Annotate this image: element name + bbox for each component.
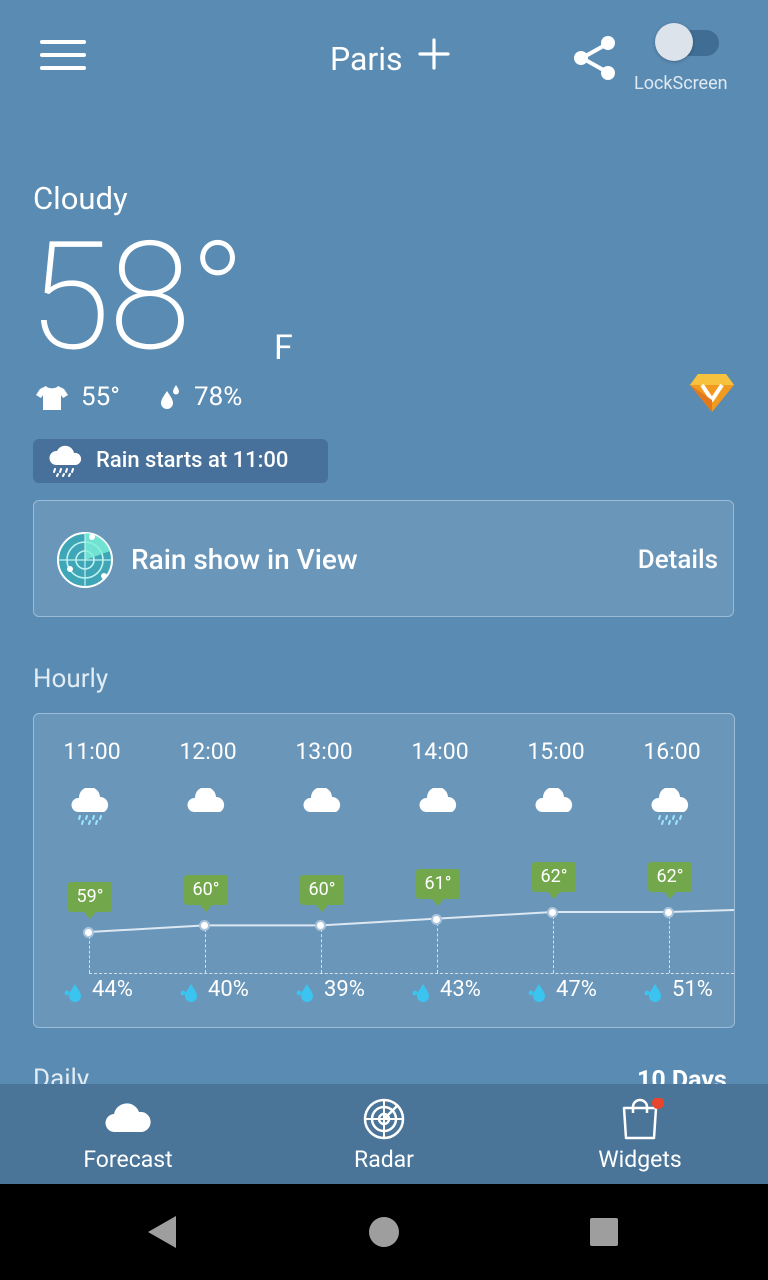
cloud-icon bbox=[418, 786, 462, 826]
nav-forecast[interactable]: Forecast bbox=[0, 1084, 256, 1184]
radar-scope-icon bbox=[57, 532, 113, 588]
hour-precipitation: 39% bbox=[324, 977, 365, 1002]
temperature-point bbox=[547, 907, 558, 918]
vip-gem-icon[interactable] bbox=[688, 370, 736, 416]
hour-temperature-tag: 62° bbox=[532, 862, 576, 899]
humidity-drops-icon bbox=[161, 385, 179, 409]
recents-button[interactable] bbox=[589, 1217, 619, 1247]
hour-guide-line bbox=[321, 929, 322, 973]
nav-widgets-label: Widgets bbox=[598, 1146, 682, 1173]
hourly-item: 14:00 61° 43% bbox=[382, 714, 498, 1027]
cloud-icon bbox=[534, 786, 578, 826]
lockscreen-toggle[interactable] bbox=[655, 23, 721, 61]
nav-radar[interactable]: Radar bbox=[256, 1084, 512, 1184]
radar-icon bbox=[363, 1098, 405, 1140]
lockscreen-label: LockScreen bbox=[634, 73, 728, 94]
hour-precipitation: 51% bbox=[672, 977, 713, 1002]
hour-time: 14:00 bbox=[411, 738, 469, 765]
hour-guide-line bbox=[89, 936, 90, 973]
hour-guide-line bbox=[205, 929, 206, 973]
hour-temperature-tag: 60° bbox=[300, 875, 344, 913]
raindrop-icon bbox=[64, 984, 81, 1002]
menu-button[interactable] bbox=[40, 40, 86, 74]
hour-precipitation: 40% bbox=[208, 977, 249, 1002]
share-icon[interactable] bbox=[570, 34, 620, 82]
hourly-item: 13:00 60° 39% bbox=[266, 714, 382, 1027]
hour-precipitation: 43% bbox=[440, 977, 481, 1002]
hour-time: 12:00 bbox=[179, 738, 237, 765]
hour-precipitation: 47% bbox=[556, 977, 597, 1002]
cloud-icon bbox=[302, 786, 346, 826]
nav-widgets[interactable]: Widgets bbox=[512, 1084, 768, 1184]
radar-card[interactable]: Rain show in View Details bbox=[33, 500, 734, 617]
raindrop-icon bbox=[644, 984, 661, 1002]
hour-temperature-tag: 61° bbox=[416, 868, 460, 906]
hour-time: 16:00 bbox=[643, 738, 701, 765]
hour-time: 11:00 bbox=[63, 738, 121, 765]
temperature-point bbox=[663, 907, 674, 918]
system-navigation-bar bbox=[0, 1184, 768, 1280]
tshirt-icon bbox=[36, 386, 68, 410]
hour-time: 13:00 bbox=[295, 738, 353, 765]
rain-alert-text: Rain starts at 11:00 bbox=[96, 448, 289, 473]
hour-temperature-tag: 59° bbox=[68, 882, 112, 919]
cloud-icon bbox=[186, 786, 230, 826]
temperature-unit: F bbox=[274, 328, 293, 368]
temperature-point bbox=[199, 920, 210, 932]
raindrop-icon bbox=[412, 984, 429, 1002]
back-button[interactable] bbox=[144, 1214, 180, 1250]
radar-card-title: Rain show in View bbox=[131, 543, 358, 576]
rain-cloud-icon bbox=[70, 786, 114, 826]
hour-guide-line bbox=[553, 916, 554, 973]
hourly-item: 15:00 62° 47% bbox=[498, 714, 614, 1027]
rain-cloud-icon bbox=[650, 786, 694, 826]
radar-details-link[interactable]: Details bbox=[638, 545, 718, 575]
nav-forecast-label: Forecast bbox=[83, 1146, 173, 1173]
current-temperature: 58° bbox=[28, 209, 246, 385]
raindrop-icon bbox=[180, 984, 197, 1002]
humidity-value: 78% bbox=[194, 382, 243, 412]
bottom-navigation: Forecast Radar Widgets bbox=[0, 1084, 768, 1184]
cloud-icon bbox=[105, 1103, 151, 1133]
temperature-point bbox=[315, 920, 326, 932]
feels-like-value: 55° bbox=[81, 382, 120, 412]
city-name[interactable]: Paris bbox=[330, 40, 403, 78]
hourly-forecast-card[interactable]: 11:00 59° 44% 12:00 60° 40% 13:00 60° 39% 14:00 61… bbox=[33, 713, 735, 1028]
home-button[interactable] bbox=[368, 1216, 400, 1248]
hour-temperature-tag: 60° bbox=[184, 875, 228, 913]
raindrop-icon bbox=[528, 984, 545, 1002]
temperature-point bbox=[431, 913, 442, 925]
hour-guide-line bbox=[437, 922, 438, 973]
hourly-item: 11:00 59° 44% bbox=[34, 714, 150, 1027]
hourly-item: 16:00 62° 51% bbox=[614, 714, 730, 1027]
shopping-bag-icon bbox=[622, 1098, 664, 1140]
hourly-item: 12:00 60° 40% bbox=[150, 714, 266, 1027]
hour-temperature-tag: 62° bbox=[648, 862, 692, 899]
hourly-section-title: Hourly bbox=[33, 664, 109, 694]
raindrop-icon bbox=[296, 984, 313, 1002]
add-city-icon[interactable] bbox=[418, 38, 450, 70]
rain-cloud-icon bbox=[49, 445, 82, 477]
hour-guide-line bbox=[669, 916, 670, 973]
rain-alert-pill[interactable]: Rain starts at 11:00 bbox=[33, 439, 328, 483]
hour-time: 15:00 bbox=[527, 738, 585, 765]
hour-precipitation: 44% bbox=[92, 977, 133, 1002]
temperature-point bbox=[83, 927, 94, 938]
nav-radar-label: Radar bbox=[354, 1146, 414, 1173]
